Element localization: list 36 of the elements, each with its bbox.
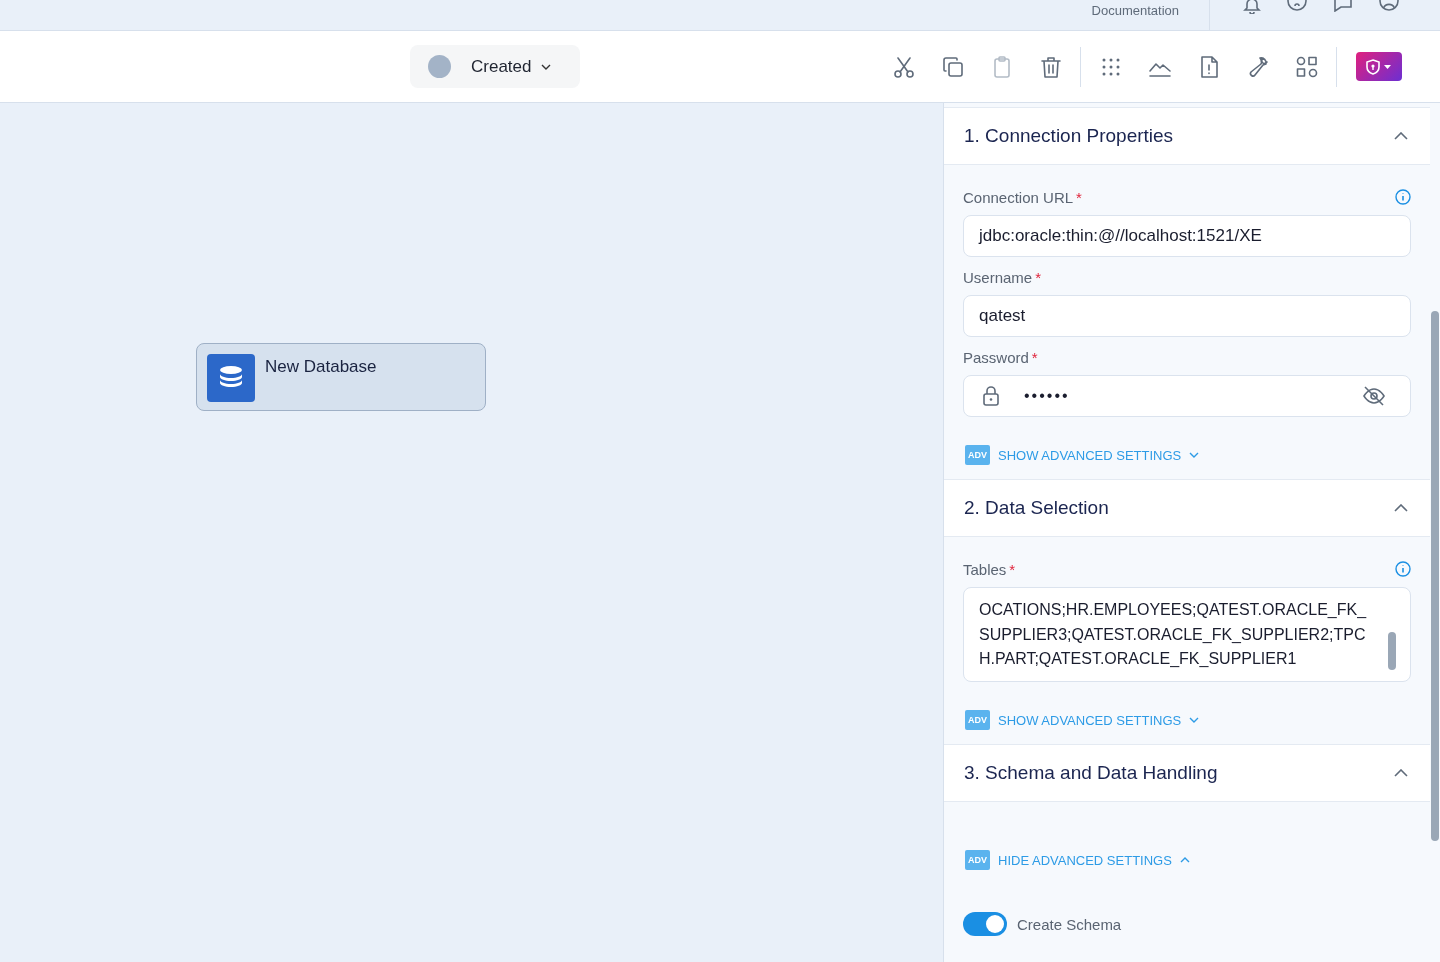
field-label: Tables *	[963, 560, 1016, 578]
database-node[interactable]: New Database	[196, 343, 486, 411]
section-header[interactable]: 2. Data Selection	[944, 479, 1430, 537]
chevron-icon	[1394, 769, 1408, 777]
chevron-down-icon	[541, 63, 552, 70]
field-label: Connection URL *	[963, 188, 1082, 206]
node-title: New Database	[265, 357, 377, 377]
help-icon[interactable]	[1286, 0, 1308, 12]
shield-caret-icon	[1364, 57, 1394, 76]
eye-off-icon[interactable]	[1362, 386, 1386, 406]
security-menu-button[interactable]	[1356, 52, 1402, 81]
chevron-icon	[1179, 857, 1190, 863]
chevron-icon	[1189, 452, 1200, 458]
info-icon[interactable]	[1395, 189, 1411, 205]
user-icon[interactable]	[1378, 0, 1400, 12]
tables-textarea[interactable]: OCATIONS;HR.EMPLOYEES;QATEST.ORACLE_FK_SUPPLIER3;QATEST.ORACLE_FK_SUPPLIER2;TPCH.PART;QATEST.ORACLE_FK_SUPPLIER1	[963, 587, 1411, 682]
lock-icon	[982, 386, 1000, 406]
chevron-icon	[1394, 504, 1408, 512]
section-header[interactable]: 1. Connection Properties	[944, 107, 1430, 165]
field-label: Password *	[963, 348, 1038, 366]
text-field[interactable]: jdbc:oracle:thin:@//localhost:1521/XE	[963, 215, 1411, 257]
password-field[interactable]: ••••••	[963, 375, 1411, 417]
text-field[interactable]: qatest	[963, 295, 1411, 337]
info-icon[interactable]	[1395, 561, 1411, 577]
toggle-switch[interactable]	[963, 912, 1007, 936]
section-header[interactable]: 3. Schema and Data Handling	[944, 744, 1430, 802]
status-dropdown[interactable]: Created	[410, 45, 580, 88]
chevron-icon	[1189, 717, 1200, 723]
bell-icon[interactable]	[1242, 0, 1262, 14]
toggle-label: Create Schema	[1017, 915, 1122, 933]
chat-icon[interactable]	[1332, 0, 1354, 12]
documentation-link[interactable]: Documentation	[1091, 3, 1179, 18]
scrollbar-thumb[interactable]	[1431, 311, 1439, 841]
chevron-icon	[1394, 132, 1408, 140]
field-label: Username *	[963, 268, 1042, 286]
database-icon	[207, 354, 255, 402]
